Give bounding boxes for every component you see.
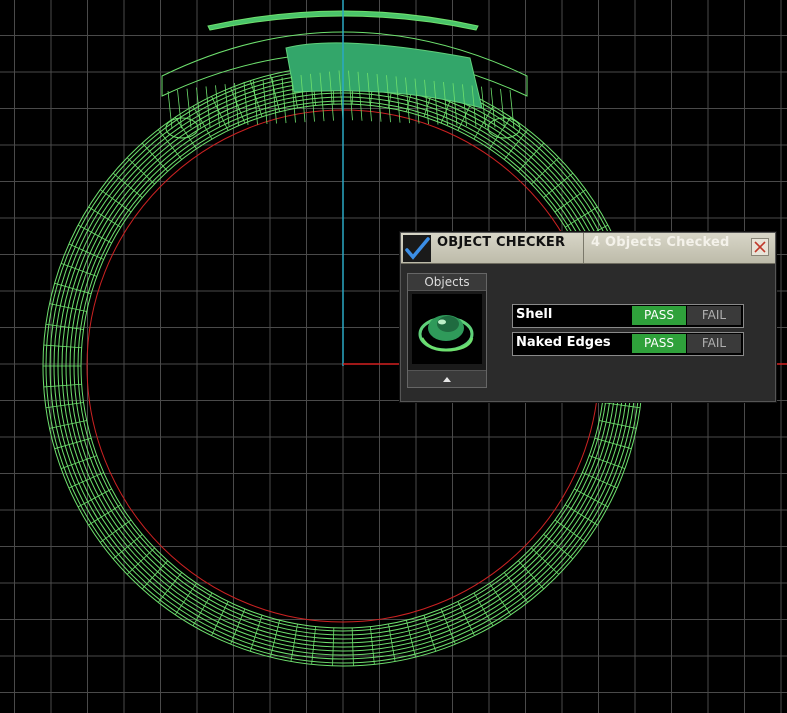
setting-isocurve [262,79,268,125]
objects-list[interactable]: Objects [407,273,487,388]
pass-badge[interactable]: PASS [632,334,686,353]
ring-isocurve [68,243,104,260]
objects-checked-count: 4 Objects Checked [591,235,730,250]
pass-badge[interactable]: PASS [632,306,686,325]
fail-badge[interactable]: FAIL [687,334,741,353]
check-row-naked-edges: Naked Edges PASS FAIL [512,332,744,356]
close-icon[interactable] [751,238,769,256]
object-thumbnail[interactable] [412,294,482,364]
ring-isocurve [141,142,168,172]
ring-isocurve [518,560,545,590]
fail-badge[interactable]: FAIL [687,306,741,325]
ring-isocurve [230,608,246,645]
panel-titlebar[interactable]: OBJECT CHECKER 4 Objects Checked [401,233,775,264]
setting-isocurve [243,81,249,125]
ring-isocurve [473,592,494,627]
setting-isocurve [509,89,515,129]
scroll-up-icon[interactable] [408,370,486,387]
checkmark-icon [403,235,431,262]
check-name-shell: Shell [516,307,553,322]
check-row-shell: Shell PASS FAIL [512,304,744,328]
ring-top-setting[interactable] [161,10,528,129]
titlebar-divider [583,233,584,263]
ring-isocurve [141,560,168,590]
ring-isocurve [440,608,456,645]
ring-isocurve [192,592,213,627]
objects-header: Objects [408,274,486,291]
panel-title: OBJECT CHECKER [437,235,566,250]
ring-isocurve [582,472,618,489]
check-name-naked-edges: Naked Edges [516,335,611,350]
ring-isocurve [518,142,545,172]
ring-isocurve [68,472,104,489]
object-checker-panel[interactable]: OBJECT CHECKER 4 Objects Checked Objects [400,232,776,402]
